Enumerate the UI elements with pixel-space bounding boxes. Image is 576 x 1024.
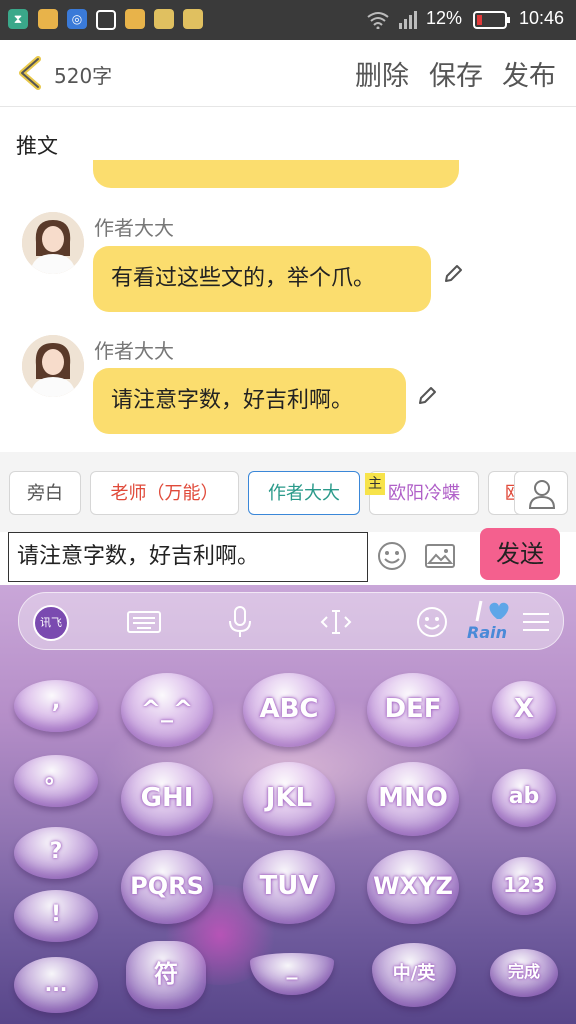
- delete-button[interactable]: 删除: [355, 54, 409, 93]
- key-lowercase[interactable]: ab: [492, 769, 556, 827]
- battery-icon: [473, 11, 510, 29]
- app-icon: [38, 9, 58, 29]
- keyboard: 讯飞 Rain , 。 ? ! ... ^_^ ABC DEF X GHI JK…: [0, 585, 576, 1024]
- key-done[interactable]: 完成: [490, 949, 558, 997]
- battery-percent: 12%: [426, 8, 463, 28]
- key-ghi[interactable]: GHI: [121, 762, 213, 836]
- message-bubble[interactable]: 请注意字数，好吉利啊。: [93, 368, 406, 434]
- screenshot-icon: [96, 10, 116, 30]
- key-def[interactable]: DEF: [367, 673, 459, 747]
- image-icon[interactable]: [424, 542, 456, 570]
- rain-theme-icon[interactable]: Rain: [459, 597, 523, 647]
- app-icon: [183, 9, 203, 29]
- menu-icon[interactable]: [519, 609, 553, 635]
- rain-logo-text: Rain: [467, 623, 507, 642]
- message-input[interactable]: 请注意字数，好吉利啊。: [8, 532, 368, 582]
- back-icon[interactable]: [16, 56, 46, 90]
- key-symbols[interactable]: 符: [126, 941, 206, 1009]
- save-button[interactable]: 保存: [429, 54, 483, 93]
- host-badge: 主: [365, 473, 385, 495]
- cursor-move-icon[interactable]: [319, 609, 353, 635]
- person-icon: [528, 480, 556, 509]
- key-emoticon[interactable]: ^_^: [121, 673, 213, 747]
- key-comma[interactable]: ,: [14, 680, 98, 732]
- key-period[interactable]: 。: [14, 755, 98, 807]
- emoji-icon[interactable]: [376, 540, 408, 572]
- key-mno[interactable]: MNO: [367, 762, 459, 836]
- key-exclaim[interactable]: !: [14, 890, 98, 942]
- key-jkl[interactable]: JKL: [243, 762, 335, 836]
- microphone-icon[interactable]: [223, 605, 257, 639]
- role-tab-ouyang[interactable]: 欧阳冷蝶: [369, 471, 479, 515]
- role-tab-teacher[interactable]: 老师（万能）: [90, 471, 239, 515]
- publish-button[interactable]: 发布: [502, 54, 556, 93]
- author-avatar[interactable]: [22, 212, 84, 274]
- signal-icon: [399, 11, 417, 29]
- clock: 10:46: [519, 8, 565, 28]
- role-tab-narration[interactable]: 旁白: [9, 471, 81, 515]
- message-bubble[interactable]: 有看过这些文的，举个爪。: [93, 246, 431, 312]
- key-delete[interactable]: X: [492, 681, 556, 739]
- app-icon: [125, 9, 145, 29]
- key-space[interactable]: _: [250, 953, 334, 995]
- top-bar: 520字 删除 保存 发布: [0, 40, 576, 107]
- status-bar: ⧗ ◎ 12% 10:46: [0, 0, 576, 40]
- author-avatar[interactable]: [22, 335, 84, 397]
- ifly-logo-icon[interactable]: 讯飞: [33, 605, 69, 641]
- key-question[interactable]: ?: [14, 827, 98, 879]
- word-count: 520字: [54, 64, 113, 88]
- app-icon: [154, 9, 174, 29]
- key-ellipsis[interactable]: ...: [14, 957, 98, 1013]
- section-title: 推文: [16, 134, 58, 158]
- author-name: 作者大大: [94, 216, 174, 240]
- key-pqrs[interactable]: PQRS: [121, 850, 213, 924]
- key-tuv[interactable]: TUV: [243, 850, 335, 924]
- pencil-icon[interactable]: [415, 384, 439, 408]
- author-name: 作者大大: [94, 339, 174, 363]
- key-abc[interactable]: ABC: [243, 673, 335, 747]
- pencil-icon[interactable]: [441, 262, 465, 286]
- message-bubble-partial[interactable]: [93, 160, 459, 188]
- keyboard-toolbar: 讯飞 Rain: [18, 592, 564, 650]
- hourglass-icon: ⧗: [8, 9, 28, 29]
- key-numbers[interactable]: 123: [492, 857, 556, 915]
- role-tab-author[interactable]: 作者大大: [248, 471, 360, 515]
- wifi-icon: [367, 12, 389, 29]
- add-role-button[interactable]: [514, 471, 568, 515]
- send-button[interactable]: 发送: [480, 528, 560, 580]
- keyboard-icon[interactable]: [127, 609, 161, 635]
- wifi-hotspot-icon: ◎: [67, 9, 87, 29]
- key-wxyz[interactable]: WXYZ: [367, 850, 459, 924]
- emoji-icon[interactable]: [415, 605, 449, 639]
- key-language-switch[interactable]: 中/英: [372, 943, 456, 1007]
